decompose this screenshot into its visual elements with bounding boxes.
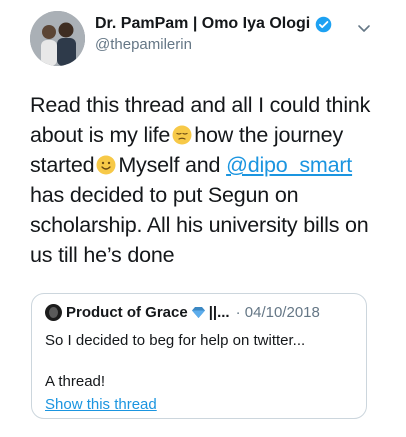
author-avatar[interactable] [30, 11, 85, 66]
tweet-line-4: has decided to put Segun on [30, 183, 299, 207]
quoted-tweet-text: So I decided to beg for help on twitter.… [45, 332, 306, 349]
quoted-tweet[interactable]: Product of Grace ||... · 04/10/2018 So I… [31, 293, 367, 419]
quoted-author-name: Product of Grace [66, 304, 188, 321]
tweet-line-5: scholarship. All his university bills on [30, 213, 369, 237]
quoted-tweet-text-2: A thread! [45, 373, 106, 390]
tweet-line-3-b: Myself and [118, 153, 221, 177]
mention-link[interactable]: @dipo_smart [226, 153, 352, 177]
tweet-line-3: started Myself and @dipo_smart [30, 150, 380, 180]
tweet-line-2: about is my life how the journey [30, 120, 380, 150]
show-thread-link[interactable]: Show this thread [45, 396, 157, 413]
author-name-row: Dr. PamPam | Omo Iya Ologi [95, 15, 332, 33]
tweet-card: Dr. PamPam | Omo Iya Ologi @thepamilerin… [0, 0, 406, 437]
tweet-line-3-a: started [30, 153, 95, 177]
pensive-face-emoji-icon [172, 125, 192, 145]
author-handle[interactable]: @thepamilerin [95, 36, 192, 53]
author-display-name[interactable]: Dr. PamPam | Omo Iya Ologi [95, 15, 310, 33]
chevron-down-icon[interactable] [356, 20, 372, 36]
tweet-line-2-b: how the journey [194, 123, 343, 147]
tweet-line-6: us till he’s done [30, 243, 175, 267]
smiling-face-emoji-icon [96, 155, 116, 175]
verified-badge-icon [315, 16, 332, 33]
quoted-tweet-date: · 04/10/2018 [235, 304, 320, 321]
tweet-text: Read this thread and all I could think a… [30, 90, 380, 270]
avatar-photo-icon [30, 11, 85, 66]
quoted-tweet-header: Product of Grace ||... · 04/10/2018 [45, 304, 320, 321]
quoted-author-name-tail: ||... [208, 304, 230, 321]
quoted-author-avatar [45, 304, 62, 321]
blue-diamond-icon [191, 306, 206, 319]
tweet-line-1: Read this thread and all I could think [30, 93, 371, 117]
tweet-line-2-a: about is my life [30, 123, 171, 147]
